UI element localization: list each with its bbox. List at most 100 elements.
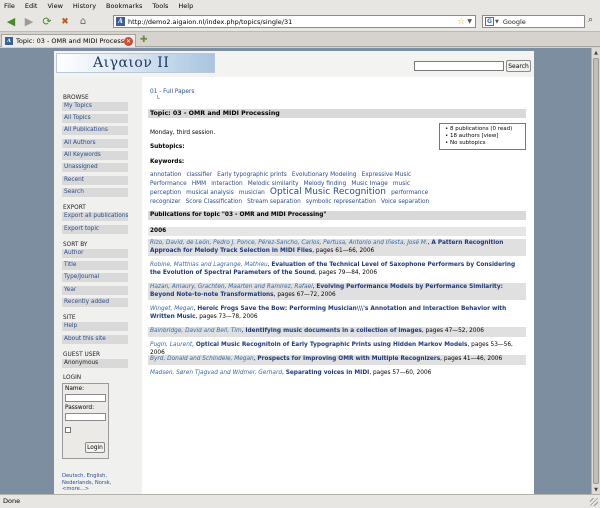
sort-heading: SORT BY xyxy=(63,242,88,248)
home-icon: ⌂ xyxy=(79,16,87,27)
vertical-scrollbar[interactable]: ▲ ▼ xyxy=(591,48,600,494)
guest-heading: GUEST USER xyxy=(63,352,101,358)
login-button[interactable]: Login xyxy=(85,442,105,453)
publication-row: Bainbridge, David and Bell, Tim, Identif… xyxy=(148,327,526,337)
sidebar-item-all-keywords[interactable]: All Keywords xyxy=(62,151,128,160)
menu-file[interactable]: File xyxy=(4,2,15,10)
publication-authors[interactable]: Bainbridge, David and Bell, Tim xyxy=(150,328,242,334)
bookmark-star-icon[interactable]: ☆ xyxy=(457,17,465,27)
sidebar-item-sort-year[interactable]: Year xyxy=(62,286,128,295)
login-password-label: Password: xyxy=(65,405,95,411)
publication-authors[interactable]: Byrd, Donald and Schindele, Megan xyxy=(150,356,254,362)
publication-authors[interactable]: Winget, Megan xyxy=(150,306,194,312)
site-search-input[interactable] xyxy=(414,61,504,71)
keyword-link[interactable]: Voice separation xyxy=(381,199,429,205)
keyword-link[interactable]: Score Classification xyxy=(186,199,242,205)
year-heading: 2006 xyxy=(148,227,526,236)
stop-button[interactable]: ✖ xyxy=(57,14,73,30)
publication-authors[interactable]: Rizo, David, de León, Pedro J. Ponce, Pé… xyxy=(150,240,428,246)
export-heading: EXPORT xyxy=(63,205,86,211)
breadcrumb[interactable]: 01 - Full Papers xyxy=(150,89,194,95)
topic-info-box: 8 publications (0 read) 18 authors [view… xyxy=(439,123,526,150)
login-name-input[interactable] xyxy=(65,394,106,402)
scroll-up-icon[interactable]: ▲ xyxy=(592,48,600,57)
sidebar-item-sort-title[interactable]: Title xyxy=(62,261,128,270)
menu-bookmarks[interactable]: Bookmarks xyxy=(106,2,142,10)
sidebar-item-sort-author[interactable]: Author xyxy=(62,249,128,258)
sidebar: BROWSE My Topics All Topics All Publicat… xyxy=(54,77,142,494)
url-bar[interactable]: A http://demo2.aigaion.nl/index.php/topi… xyxy=(113,15,476,28)
keyword-link[interactable]: HMM xyxy=(192,181,206,187)
info-authors[interactable]: 18 authors [view] xyxy=(445,133,525,140)
menu-edit[interactable]: Edit xyxy=(25,2,38,10)
home-button[interactable]: ⌂ xyxy=(75,14,91,30)
arrow-left-icon: ◀ xyxy=(6,15,16,28)
keyword-link[interactable]: musical analysis xyxy=(186,190,234,196)
publications-heading: Publications for topic "03 - OMR and MID… xyxy=(148,211,526,220)
browser-search-box[interactable]: G ▼ Google xyxy=(482,15,585,28)
main-content: 01 - Full Papers └ Topic: 03 - OMR and M… xyxy=(148,77,528,494)
sidebar-item-all-authors[interactable]: All Authors xyxy=(62,139,128,148)
keyword-link[interactable]: Stream separation xyxy=(247,199,301,205)
new-tab-icon[interactable]: ✚ xyxy=(140,35,148,45)
sidebar-item-all-publications[interactable]: All Publications xyxy=(62,126,128,135)
sidebar-item-export-topic[interactable]: Export topic xyxy=(62,225,128,234)
tab-favicon-icon: A xyxy=(5,37,13,45)
forward-button[interactable]: ▶ xyxy=(21,14,37,30)
sidebar-item-sort-recent[interactable]: Recently added xyxy=(62,298,128,307)
menu-tools[interactable]: Tools xyxy=(152,2,168,10)
login-name-label: Name: xyxy=(65,386,85,392)
sidebar-item-search[interactable]: Search xyxy=(62,188,128,197)
keyword-link[interactable]: Evolutionary Modeling xyxy=(292,172,357,178)
url-text: http://demo2.aigaion.nl/index.php/topics… xyxy=(128,17,293,26)
login-password-input[interactable] xyxy=(65,413,106,421)
publication-title[interactable]: Optical Music Recognitoin of Early Typog… xyxy=(196,342,468,348)
keyword-link[interactable]: symbolic representation xyxy=(306,199,376,205)
keyword-link[interactable]: interaction xyxy=(211,181,242,187)
site-search-button[interactable]: Search xyxy=(506,60,531,72)
back-button[interactable]: ◀ xyxy=(3,14,19,30)
scroll-down-icon[interactable]: ▼ xyxy=(592,485,600,494)
language-links[interactable]: Deutsch, English, Nederlands, Norsk, <mo… xyxy=(62,473,134,493)
url-dropdown-icon[interactable]: ▼ xyxy=(467,18,472,25)
remember-me-checkbox[interactable] xyxy=(65,427,71,433)
keyword-link[interactable]: performance xyxy=(391,190,428,196)
keyword-link[interactable]: recognizer xyxy=(150,199,181,205)
sidebar-item-about[interactable]: About this site xyxy=(62,335,128,344)
sidebar-item-all-topics[interactable]: All Topics xyxy=(62,114,128,123)
publication-authors[interactable]: Pugin, Laurent xyxy=(150,342,192,348)
sidebar-item-help[interactable]: Help xyxy=(62,322,128,331)
site-logo[interactable]: Αιγαιον II xyxy=(56,53,215,73)
publication-title[interactable]: Separating voices in MIDI xyxy=(286,370,370,376)
sidebar-item-recent[interactable]: Recent xyxy=(62,176,128,185)
publication-title[interactable]: Prospects for Improving OMR with Multipl… xyxy=(257,356,440,362)
sidebar-item-sort-type[interactable]: Type/Journal xyxy=(62,273,128,282)
search-magnifier-icon[interactable]: ⌕ xyxy=(588,15,593,25)
sidebar-item-export-all[interactable]: Export all publications xyxy=(62,212,128,221)
menu-view[interactable]: View xyxy=(47,2,62,10)
scrollbar-thumb[interactable] xyxy=(593,58,599,484)
publication-title[interactable]: Identifying music documents in a collect… xyxy=(245,328,422,334)
tab-close-icon[interactable]: ✕ xyxy=(124,36,133,46)
keyword-link[interactable]: classifier xyxy=(186,172,212,178)
site-header: Αιγαιον II Search xyxy=(54,51,534,77)
publication-authors[interactable]: Robine, Matthias and Lagrange, Mathieu xyxy=(150,262,268,268)
menu-help[interactable]: Help xyxy=(178,2,193,10)
sidebar-item-my-topics[interactable]: My Topics xyxy=(62,102,128,111)
resize-grip-icon[interactable] xyxy=(590,498,598,506)
menu-history[interactable]: History xyxy=(73,2,96,10)
search-engine-dropdown-icon[interactable]: ▼ xyxy=(495,19,499,25)
keyword-link[interactable]: annotation xyxy=(150,172,181,178)
keyword-link[interactable]: musician xyxy=(239,190,265,196)
google-icon[interactable]: G xyxy=(485,17,494,26)
keyword-link[interactable]: Optical Music Recognition xyxy=(270,187,386,197)
tab-topic[interactable]: A Topic: 03 - OMR and MIDI Processing - … xyxy=(1,34,136,47)
reload-button[interactable]: ⟳ xyxy=(39,14,55,30)
publication-pages: , pages 67—72, 2006 xyxy=(273,291,336,298)
arrow-right-icon: ▶ xyxy=(24,15,34,28)
publication-row: Robine, Matthias and Lagrange, Mathieu , … xyxy=(150,262,516,276)
keyword-link[interactable]: Early typographic prints xyxy=(217,172,287,178)
publication-authors[interactable]: Hazan, Amaury, Grachten, Maarten and Ram… xyxy=(150,284,313,290)
sidebar-item-unassigned[interactable]: Unassigned xyxy=(62,163,128,172)
publication-authors[interactable]: Madsen, Søren Tjagvad and Widmer, Gerhar… xyxy=(150,370,282,376)
